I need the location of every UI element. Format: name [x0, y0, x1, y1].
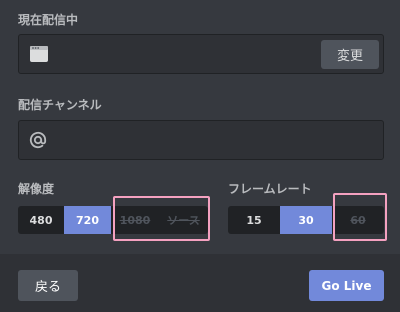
current-source-box: 変更	[18, 34, 384, 74]
framerate-highlight-box	[333, 193, 387, 241]
channel-select[interactable]	[18, 120, 384, 160]
window-icon	[30, 46, 48, 62]
resolution-720-button[interactable]: 720	[64, 206, 111, 234]
go-live-button[interactable]: Go Live	[309, 270, 384, 301]
framerate-label: フレームレート	[228, 182, 312, 196]
change-source-button[interactable]: 変更	[321, 40, 379, 69]
framerate-15-button[interactable]: 15	[228, 206, 280, 234]
modal-footer: 戻る Go Live	[0, 254, 400, 312]
framerate-30-button[interactable]: 30	[280, 206, 332, 234]
current-source-label: 現在配信中	[18, 13, 79, 27]
resolution-label: 解像度	[18, 182, 55, 196]
back-button[interactable]: 戻る	[18, 270, 78, 301]
resolution-highlight-box	[113, 196, 210, 241]
channel-label: 配信チャンネル	[18, 98, 102, 112]
resolution-480-button[interactable]: 480	[18, 206, 64, 234]
at-icon	[29, 131, 47, 149]
